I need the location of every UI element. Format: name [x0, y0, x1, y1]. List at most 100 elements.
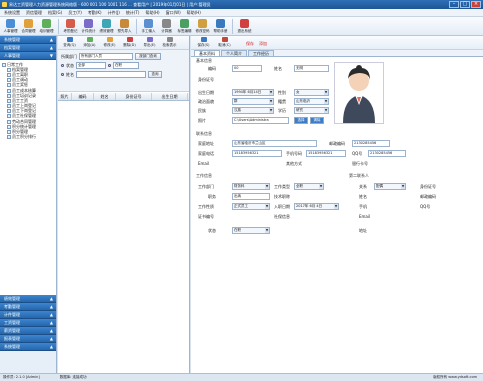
menu-employee[interactable]: 员工(Y): [68, 10, 82, 16]
radio-icon[interactable]: [61, 73, 64, 76]
nav-header-hr[interactable]: 人事管理 ▼: [0, 52, 56, 60]
ethnic-select[interactable]: 汉族 ▼: [232, 107, 274, 114]
nav-header-1[interactable]: 考勤管理 ▲: [0, 303, 56, 311]
name-field[interactable]: 无明: [294, 65, 329, 72]
gender-select[interactable]: 女 ▼: [294, 89, 329, 96]
dropdown-icon: ▼: [324, 108, 328, 113]
left-nav-panel: 系统管理 ▲ 档案管理 ▲ 人事管理 ▼ 日常工作 档案管理 员工离职 员工调动 员工奖惩员…: [0, 36, 57, 373]
toolbar-button-5[interactable]: 绩效管理: [98, 18, 115, 35]
toolbar-button-10[interactable]: 修改密码: [194, 18, 211, 35]
home-address-label: 家庭地址: [198, 141, 214, 146]
menu-system[interactable]: 系统设置: [4, 10, 20, 16]
nav-header-5[interactable]: 报表管理 ▲: [0, 335, 56, 343]
cancel-button[interactable]: 取消(C): [215, 37, 234, 48]
maximize-button[interactable]: □: [460, 1, 470, 8]
status-select[interactable]: 全部: [76, 62, 106, 69]
menu-window[interactable]: 窗口(W): [166, 10, 181, 16]
mobile-label: 手机号码: [286, 151, 302, 156]
column-header[interactable]: 编码: [72, 93, 94, 100]
dept-filter-select[interactable]: 所有部门人员: [79, 53, 133, 60]
work-dept-select[interactable]: 财务科 ▼: [232, 183, 270, 190]
radio-icon[interactable]: [61, 64, 64, 67]
toolbar-button-1[interactable]: 合同管理: [20, 18, 37, 35]
name-query-button[interactable]: 查询: [148, 71, 162, 78]
toolbar-button-0[interactable]: 人事管理: [2, 18, 19, 35]
qq-field[interactable]: 2130285456: [368, 150, 406, 157]
menu-attendance[interactable]: 考勤(K): [88, 10, 102, 16]
toolbar-button-3[interactable]: 考勤登记: [62, 18, 79, 35]
save-button[interactable]: 保存(S): [194, 37, 213, 48]
nav-header-4[interactable]: 薪资管理 ▲: [0, 327, 56, 335]
toolbar-icon: [240, 19, 249, 28]
nav-header-2[interactable]: 计件管理 ▲: [0, 311, 56, 319]
work-type-select[interactable]: 全职 ▼: [294, 183, 324, 190]
toolbar-button-12[interactable]: 退出系统: [236, 18, 253, 35]
name-filter-input[interactable]: [76, 71, 146, 78]
state-select[interactable]: 在职 ▼: [232, 227, 270, 234]
relation-select[interactable]: 配偶 ▼: [374, 183, 406, 190]
menu-help2[interactable]: 帮助(H): [187, 10, 201, 16]
menu-piecework[interactable]: 计件(J): [108, 10, 120, 16]
political-select[interactable]: 群 ▼: [232, 98, 274, 105]
avatar-illustration: [343, 65, 375, 123]
nav-header-system[interactable]: 系统管理 ▲: [0, 36, 56, 44]
tab-profile[interactable]: 个人简介: [221, 50, 247, 56]
list-toolbar-button-0[interactable]: 查询(Q): [60, 37, 79, 48]
education-select[interactable]: 研究 ▼: [294, 107, 329, 114]
tab-work-history[interactable]: 工作经历: [248, 50, 274, 56]
column-header[interactable]: 身份证号: [116, 93, 152, 100]
hire-date-picker[interactable]: 2017年 6月 4日 ▼: [294, 203, 339, 210]
close-button[interactable]: ×: [471, 1, 481, 8]
postcode-label: 邮政编码: [329, 141, 345, 146]
postcode-field[interactable]: 2130285456: [352, 140, 390, 147]
home-phone-field[interactable]: 15183956321: [232, 150, 282, 157]
toolbar-button-11[interactable]: 帮助手册: [212, 18, 229, 35]
list-toolbar-button-5[interactable]: 检索表示: [160, 37, 179, 48]
home-address-field[interactable]: 山东省临沂市兰山区: [232, 140, 317, 147]
radio-icon[interactable]: [108, 64, 111, 67]
column-header[interactable]: 出生日期: [152, 93, 188, 100]
contact-name-label: 姓名: [359, 194, 367, 199]
list-toolbar-button-4[interactable]: 导出(E): [140, 37, 159, 48]
photo-path-field[interactable]: C:\Users\Administra: [232, 117, 289, 124]
nav-header-0[interactable]: 绩效管理 ▲: [0, 295, 56, 303]
contact-post-label: 邮政编码: [420, 194, 436, 199]
tab-basic[interactable]: 基本资料: [194, 50, 220, 56]
toolbar-button-4[interactable]: 计件统计: [80, 18, 97, 35]
position-field[interactable]: 出纳: [232, 193, 270, 200]
nav-header-6[interactable]: 系统管理 ▲: [0, 343, 56, 351]
mobile-field[interactable]: 15183956321: [306, 150, 346, 157]
toolbar-button-2[interactable]: 培训管理: [38, 18, 55, 35]
tree-item[interactable]: 员工积分排行: [7, 134, 54, 140]
menu-credit[interactable]: 资信管理: [26, 10, 42, 16]
column-header[interactable]: 照片: [58, 93, 72, 100]
toolbar-label: 帮助手册: [213, 29, 228, 33]
list-toolbar-button-2[interactable]: 修改(E): [100, 37, 119, 48]
photo-clear-button[interactable]: 清除: [310, 117, 324, 124]
toolbar-button-6[interactable]: 预先导入: [116, 18, 133, 35]
code-field[interactable]: 00: [232, 65, 262, 72]
work-nature-select[interactable]: 正式员工 ▼: [232, 203, 270, 210]
menu-help[interactable]: 帮助(H): [145, 10, 159, 16]
toolbar-button-7[interactable]: 手工输入: [140, 18, 157, 35]
save-icon: [200, 37, 207, 42]
section-emergency: 第二联系人: [349, 173, 369, 178]
employment-select[interactable]: 在职: [113, 62, 139, 69]
column-header[interactable]: 姓名: [94, 93, 116, 100]
list-toolbar-button-3[interactable]: 删除(D): [120, 37, 139, 48]
toolbar-button-8[interactable]: 计算器: [158, 18, 175, 35]
birth-date-picker[interactable]: 1994年 6月14日 ▼: [232, 89, 274, 96]
nav-header-3[interactable]: 工资管理 ▲: [0, 319, 56, 327]
dept-query-button[interactable]: 按部门查询: [135, 53, 161, 60]
menu-archive[interactable]: 档案(G): [48, 10, 62, 16]
menu-stats[interactable]: 统计(T): [126, 10, 140, 16]
nav-header-archive[interactable]: 档案管理 ▲: [0, 44, 56, 52]
dropdown-icon: ▼: [319, 184, 323, 189]
nav-header-label: 报表管理: [4, 335, 20, 341]
list-toolbar-button-1[interactable]: 添加(A): [80, 37, 99, 48]
toolbar-button-9[interactable]: 标签编辑: [176, 18, 193, 35]
document-icon: [7, 119, 11, 124]
minimize-button[interactable]: –: [449, 1, 459, 8]
photo-select-button[interactable]: 选择: [294, 117, 308, 124]
native-select[interactable]: 山东临沂 ▼: [294, 98, 329, 105]
